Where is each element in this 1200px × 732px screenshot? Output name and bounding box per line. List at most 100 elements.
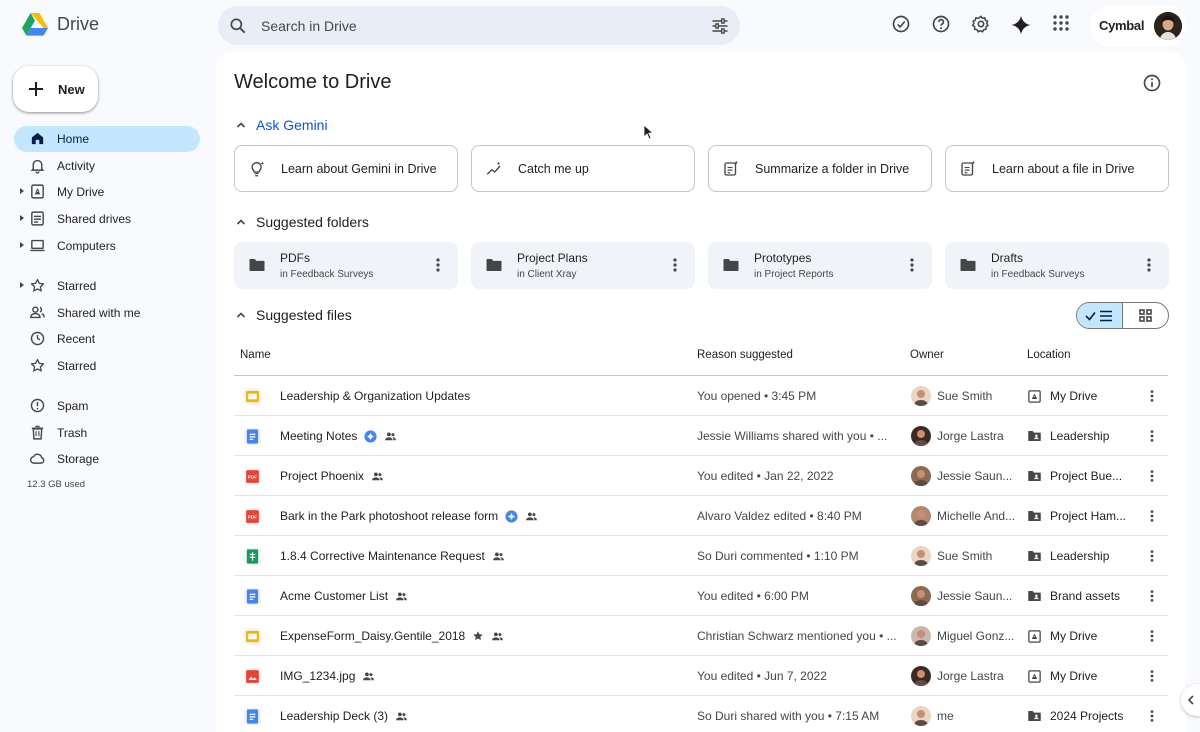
folder-icon — [249, 259, 265, 271]
location-name[interactable]: 2024 Projects — [1050, 709, 1123, 723]
more-vert-icon[interactable] — [1148, 589, 1156, 603]
column-header-owner: Owner — [910, 349, 944, 361]
location-name[interactable]: Project Bue... — [1050, 469, 1122, 483]
sidebar-item-storage[interactable]: Storage — [14, 446, 200, 472]
owner-name: Jessie Saun... — [937, 469, 1013, 483]
my-drive-location-icon — [1028, 670, 1041, 683]
sidebar-item-label: Trash — [57, 426, 88, 440]
drive-logo-icon — [22, 13, 48, 36]
sidebar-item-shared-with-me[interactable]: Shared with me — [14, 300, 200, 326]
more-vert-icon[interactable] — [1148, 509, 1156, 523]
sidebar-item-starred-drive[interactable]: Starred — [14, 273, 200, 299]
sidebar-item-spam[interactable]: Spam — [14, 393, 200, 419]
grid-view-button[interactable] — [1123, 303, 1169, 328]
ready-for-offline-icon[interactable] — [891, 14, 911, 34]
folder-card[interactable]: Drafts in Feedback Surveys — [945, 242, 1169, 289]
more-vert-icon[interactable] — [434, 257, 442, 273]
sidebar-item-computers[interactable]: Computers — [14, 233, 200, 259]
suggested-folders-label: Suggested folders — [256, 214, 369, 230]
home-icon — [31, 132, 44, 145]
file-row[interactable]: PDF Project Phoenix You edited • Jan 22, 2… — [234, 456, 1168, 496]
file-row[interactable]: 1.8.4 Corrective Maintenance Request So D… — [234, 536, 1168, 576]
shared-icon — [492, 631, 504, 640]
more-vert-icon[interactable] — [1148, 709, 1156, 723]
more-vert-icon[interactable] — [671, 257, 679, 273]
column-header-name[interactable]: Name — [240, 349, 271, 361]
folder-icon — [960, 259, 976, 271]
sidebar-item-home[interactable]: Home — [14, 126, 200, 152]
expand-caret-icon[interactable] — [20, 188, 24, 194]
gemini-sparkle-icon[interactable] — [1010, 14, 1032, 36]
sidebar-item-recent[interactable]: Recent — [14, 326, 200, 352]
file-name: Meeting Notes — [280, 429, 358, 443]
folder-card[interactable]: Project Plans in Client Xray — [471, 242, 695, 289]
file-row[interactable]: Leadership & Organization Updates You ope… — [234, 376, 1168, 416]
info-icon[interactable] — [1142, 73, 1162, 93]
sidebar-item-starred[interactable]: Starred — [14, 353, 200, 379]
new-button[interactable]: New — [13, 66, 98, 112]
more-vert-icon[interactable] — [1148, 669, 1156, 683]
owner-name: Jorge Lastra — [937, 429, 1004, 443]
shared-folder-icon — [1028, 551, 1041, 561]
more-vert-icon[interactable] — [1148, 429, 1156, 443]
suggested-files-section-toggle[interactable]: Suggested files — [236, 307, 352, 323]
shared-icon — [396, 711, 407, 720]
docs-file-icon — [246, 429, 259, 444]
file-row[interactable]: PDF Bark in the Park photoshoot release f… — [234, 496, 1168, 536]
gemini-card-label: Learn about Gemini in Drive — [281, 162, 437, 176]
sidebar-item-activity[interactable]: Activity — [14, 153, 200, 179]
list-view-button[interactable] — [1077, 303, 1123, 328]
gemini-prompt-card[interactable]: Learn about Gemini in Drive — [234, 145, 458, 192]
apps-grid-icon[interactable] — [1052, 14, 1070, 32]
owner-avatar — [911, 426, 931, 446]
location-name[interactable]: Leadership — [1050, 549, 1109, 563]
more-vert-icon[interactable] — [1148, 629, 1156, 643]
gemini-prompt-card[interactable]: Summarize a folder in Drive — [708, 145, 932, 192]
gemini-prompt-card[interactable]: Catch me up — [471, 145, 695, 192]
more-vert-icon[interactable] — [1148, 549, 1156, 563]
more-vert-icon[interactable] — [1145, 257, 1153, 273]
location-name[interactable]: Brand assets — [1050, 589, 1120, 603]
folder-card[interactable]: PDFs in Feedback Surveys — [234, 242, 458, 289]
expand-caret-icon[interactable] — [20, 215, 24, 221]
file-name-cell: IMG_1234.jpg — [280, 669, 375, 683]
column-header-reason: Reason suggested — [697, 349, 793, 361]
file-name: Acme Customer List — [280, 589, 389, 603]
sidebar-item-trash[interactable]: Trash — [14, 420, 200, 446]
location-name[interactable]: Leadership — [1050, 429, 1109, 443]
sidebar-item-label: My Drive — [57, 185, 105, 199]
suggested-folders-section-toggle[interactable]: Suggested folders — [236, 214, 369, 230]
file-row[interactable]: Leadership Deck (3) So Duri shared with y… — [234, 696, 1168, 732]
file-row[interactable]: Acme Customer List You edited • 6:00 PM Je… — [234, 576, 1168, 616]
search-bar[interactable]: Search in Drive — [218, 6, 740, 45]
location-name[interactable]: Project Ham... — [1050, 509, 1126, 523]
gemini-prompt-card[interactable]: Learn about a file in Drive — [945, 145, 1169, 192]
file-row[interactable]: ExpenseForm_Daisy.Gentile_2018 Christian … — [234, 616, 1168, 656]
account-switcher[interactable]: Cymbal — [1090, 5, 1186, 47]
file-row[interactable]: IMG_1234.jpg You edited • Jun 7, 2022 Jorg… — [234, 656, 1168, 696]
drive-logo[interactable]: Drive — [22, 13, 99, 36]
svg-text:PDF: PDF — [248, 515, 257, 520]
more-vert-icon[interactable] — [1148, 389, 1156, 403]
sidebar-item-shared-drives[interactable]: Shared drives — [14, 206, 200, 232]
folder-card[interactable]: Prototypes in Project Reports — [708, 242, 932, 289]
folder-location: in Feedback Surveys — [991, 269, 1085, 280]
location-name[interactable]: My Drive — [1050, 669, 1097, 683]
file-row[interactable]: Meeting Notes Jessie Williams shared with… — [234, 416, 1168, 456]
location-name[interactable]: My Drive — [1050, 389, 1097, 403]
account-avatar[interactable] — [1154, 12, 1182, 40]
location-name[interactable]: My Drive — [1050, 629, 1097, 643]
sidebar-item-my-drive[interactable]: My Drive — [14, 179, 200, 205]
more-vert-icon[interactable] — [908, 257, 916, 273]
search-input[interactable]: Search in Drive — [261, 18, 357, 34]
owner-avatar — [911, 546, 931, 566]
expand-caret-icon[interactable] — [20, 282, 24, 288]
settings-gear-icon[interactable] — [971, 14, 991, 34]
search-options-icon[interactable] — [710, 16, 730, 36]
help-icon[interactable] — [931, 14, 951, 34]
expand-caret-icon[interactable] — [20, 242, 24, 248]
more-vert-icon[interactable] — [1148, 469, 1156, 483]
clock-icon — [30, 331, 45, 346]
search-icon[interactable] — [228, 16, 248, 36]
ask-gemini-section-toggle[interactable]: Ask Gemini — [236, 117, 328, 133]
